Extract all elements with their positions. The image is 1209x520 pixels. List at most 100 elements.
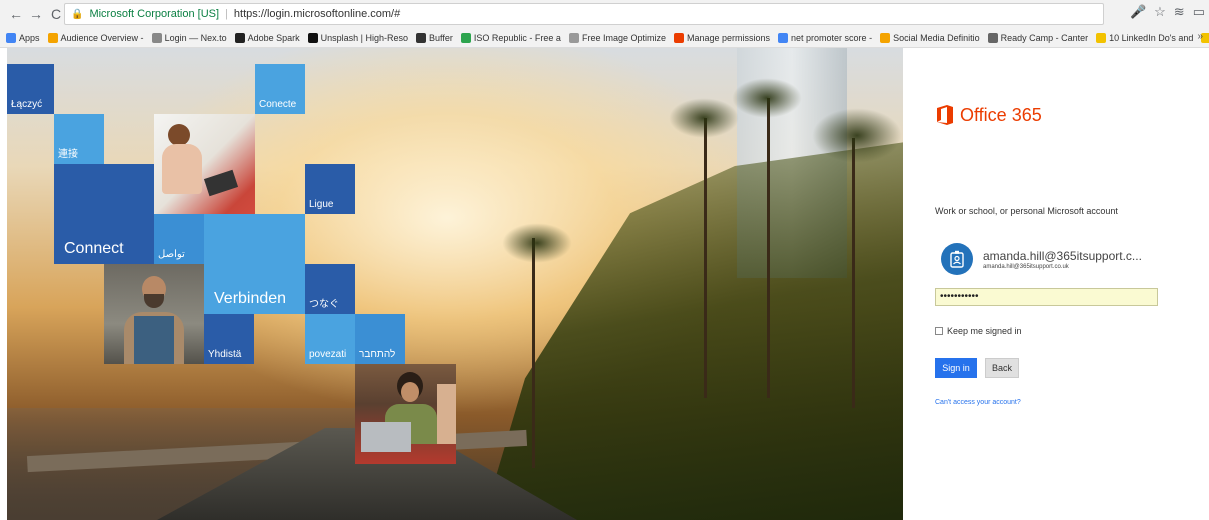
cant-access-link[interactable]: Can't access your account?: [935, 399, 1021, 406]
bookmark-item[interactable]: net promoter score -: [778, 32, 873, 43]
tile-label: Connect: [64, 240, 124, 257]
palm-tree: [704, 118, 707, 398]
bookmark-item[interactable]: 10 LinkedIn Do's and: [1096, 32, 1194, 43]
reload-icon[interactable]: C: [46, 4, 66, 24]
tile-connect: Connect: [54, 164, 154, 264]
bookmark-label: Unsplash | High-Reso: [320, 32, 409, 43]
lock-icon: 🔒: [71, 8, 84, 20]
sign-in-button[interactable]: Sign in: [935, 358, 977, 378]
password-field[interactable]: •••••••••••: [935, 288, 1158, 306]
palm-frond: [732, 78, 802, 118]
bookmark-item[interactable]: Adobe Spark: [234, 32, 300, 43]
tile-label: 連接: [58, 149, 78, 160]
bookmark-item[interactable]: Ready Camp - Canter: [987, 32, 1089, 43]
bookmark-label: Apps: [19, 32, 40, 43]
user-display-name: amanda.hill@365itsupport.c...: [983, 248, 1142, 263]
mic-icon[interactable]: 🎤: [1130, 4, 1146, 20]
separator: |: [225, 8, 228, 20]
office-logo-icon: [937, 105, 953, 125]
tile-tsunagu: つなぐ: [305, 264, 355, 314]
back-arrow-icon[interactable]: ←: [6, 4, 26, 24]
buffer-extension-icon[interactable]: ≋: [1174, 4, 1185, 20]
tile-yhdista: Yhdistä: [204, 314, 254, 364]
palm-frond: [669, 98, 739, 138]
brand-name: Office 365: [960, 104, 1042, 125]
site-identity: Microsoft Corporation [US]: [89, 8, 220, 20]
palm-tree: [852, 138, 855, 408]
bookmarks-overflow-icon[interactable]: »: [1197, 31, 1203, 42]
tile-label: Ligue: [309, 199, 334, 210]
bookmark-favicon-icon: [460, 32, 471, 43]
tile-lehitchaber: להתחבר: [355, 314, 405, 364]
bookmark-label: Login — Nex.to: [164, 32, 227, 43]
bookmark-favicon-icon: [151, 32, 162, 43]
bookmark-favicon-icon: [47, 32, 58, 43]
bookmark-favicon-icon: [416, 32, 427, 43]
photo-students-laptop: [355, 364, 456, 464]
tile-lianjie: 連接: [54, 114, 104, 164]
bookmark-label: Ready Camp - Canter: [1000, 32, 1089, 43]
forward-arrow-icon[interactable]: →: [26, 4, 46, 24]
bookmark-item[interactable]: ISO Republic - Free a: [460, 32, 561, 43]
bookmark-item[interactable]: Social Media Definitio: [880, 32, 980, 43]
bookmark-label: Free Image Optimize: [581, 32, 666, 43]
palm-tree: [767, 98, 770, 398]
hero-background: Łączyć Conecte 連接 Ligue Connect تواصل Ve…: [7, 48, 903, 520]
back-button[interactable]: Back: [985, 358, 1019, 378]
star-icon[interactable]: ☆: [1154, 4, 1166, 20]
bookmark-label: 10 LinkedIn Do's and: [1109, 32, 1194, 43]
tile-label: つなぐ: [309, 299, 339, 310]
bookmarks-bar: Apps Audience Overview - Login — Nex.to Ado…: [0, 28, 1209, 48]
palm-frond: [812, 108, 902, 163]
tile-label: تواصل: [158, 249, 185, 260]
keep-signed-in-checkbox[interactable]: [935, 327, 943, 335]
tile-laczyc: Łączyć: [7, 64, 54, 114]
bookmark-favicon-icon: [6, 32, 16, 43]
badge-icon: [950, 250, 964, 268]
cast-icon[interactable]: ▭: [1193, 4, 1205, 20]
user-tile[interactable]: amanda.hill@365itsupport.c... amanda.hil…: [941, 243, 1142, 275]
bookmark-item[interactable]: Free Image Optimize: [568, 32, 666, 43]
bookmark-favicon-icon: [307, 32, 318, 43]
palm-tree: [532, 238, 535, 468]
bookmark-favicon-icon: [568, 32, 579, 43]
login-panel: Office 365 Work or school, or personal M…: [903, 48, 1209, 520]
user-avatar: [941, 243, 973, 275]
tile-label: Conecte: [259, 99, 297, 110]
bookmark-label: ISO Republic - Free a: [473, 32, 561, 43]
bookmark-label: Social Media Definitio: [893, 32, 980, 43]
bookmark-favicon-icon: [673, 32, 684, 43]
photo-man-phone: [104, 264, 204, 364]
tile-verbinden: Verbinden: [204, 214, 305, 314]
tile-label: להתחבר: [359, 349, 396, 360]
bookmark-item[interactable]: Buffer: [416, 32, 453, 43]
tile-povezati: povezati: [305, 314, 355, 364]
user-email: amanda.hill@365itsupport.co.uk: [983, 263, 1069, 270]
tile-conecte: Conecte: [255, 64, 305, 114]
tile-label: Yhdistä: [208, 349, 242, 360]
bookmark-item[interactable]: Unsplash | High-Reso: [307, 32, 409, 43]
address-bar[interactable]: 🔒 Microsoft Corporation [US] | https://l…: [64, 3, 1104, 25]
bookmark-item[interactable]: Manage permissions: [673, 32, 771, 43]
bookmark-favicon-icon: [778, 32, 789, 43]
keep-signed-in[interactable]: Keep me signed in: [935, 326, 1022, 336]
keep-signed-in-label: Keep me signed in: [947, 326, 1022, 336]
photo-woman-tablet: [154, 114, 255, 214]
bookmark-label: Buffer: [429, 32, 453, 43]
bookmark-item[interactable]: Login — Nex.to: [151, 32, 227, 43]
bookmark-label: Adobe Spark: [247, 32, 300, 43]
bookmark-item[interactable]: Apps: [6, 32, 40, 43]
palm-frond: [502, 223, 572, 263]
bookmark-item[interactable]: Audience Overview -: [47, 32, 144, 43]
tile-ligue: Ligue: [305, 164, 355, 214]
tile-label: povezati: [309, 349, 347, 360]
bookmark-favicon-icon: [1096, 32, 1107, 43]
bookmark-label: Manage permissions: [686, 32, 771, 43]
bookmark-favicon-icon: [880, 32, 891, 43]
account-type-label: Work or school, or personal Microsoft ac…: [935, 206, 1118, 216]
tile-label: Verbinden: [214, 290, 287, 307]
bookmark-label: net promoter score -: [791, 32, 873, 43]
url-text: https://login.microsoftonline.com/#: [233, 8, 401, 20]
bookmark-label: Audience Overview -: [60, 32, 144, 43]
tile-label: Łączyć: [11, 99, 43, 110]
